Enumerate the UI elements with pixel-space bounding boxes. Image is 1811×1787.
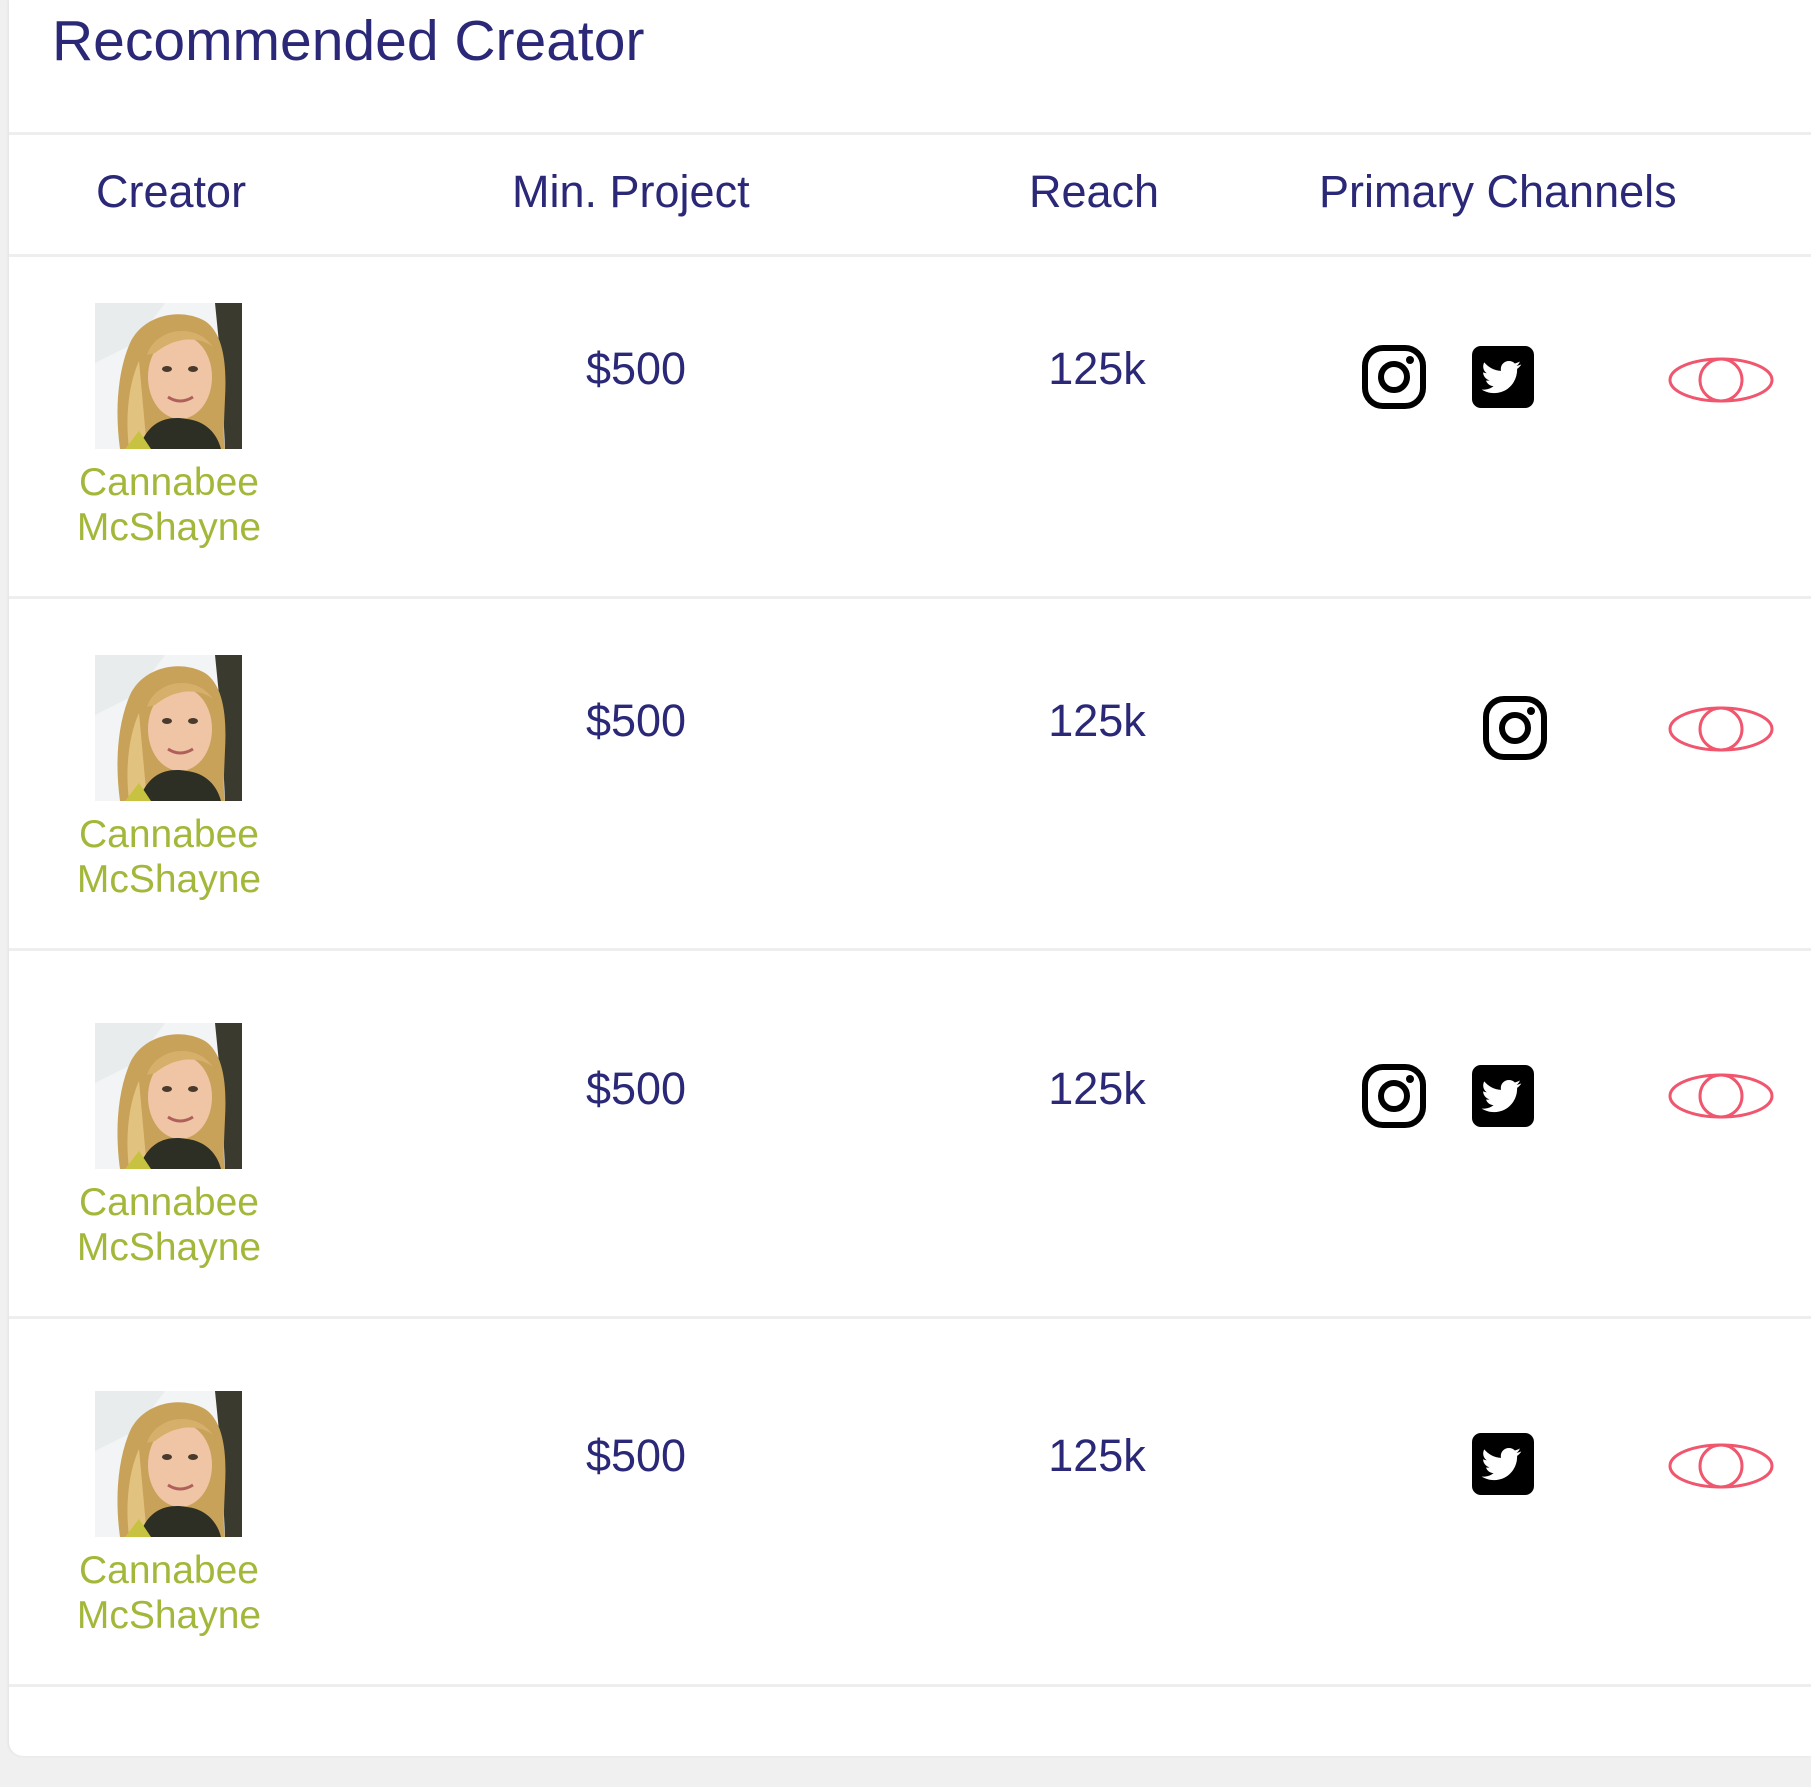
reach-value: 125k <box>1048 343 1146 394</box>
creator-last-name: McShayne <box>76 1226 262 1269</box>
creator-name-link[interactable]: Cannabee McShayne <box>49 1548 289 1638</box>
reach-value: 125k <box>1048 1063 1146 1114</box>
min-project-value: $500 <box>585 343 687 394</box>
min-project-value: $500 <box>585 1430 687 1481</box>
eye-icon[interactable] <box>1667 1440 1775 1492</box>
creator-name-link[interactable]: Cannabee McShayne <box>49 812 289 902</box>
reach-value: 125k <box>1048 1430 1146 1481</box>
recommended-creator-card: Recommended Creator Creator Min. Project… <box>9 0 1811 1756</box>
column-header-primary-channels: Primary Channels <box>1319 166 1677 217</box>
creator-first-name: Cannabee <box>79 1181 259 1224</box>
eye-icon[interactable] <box>1667 354 1775 406</box>
divider <box>9 596 1811 599</box>
instagram-icon[interactable] <box>1362 345 1426 409</box>
twitter-icon[interactable] <box>1471 345 1535 409</box>
divider <box>9 254 1811 257</box>
creator-avatar[interactable] <box>95 655 242 801</box>
eye-icon[interactable] <box>1667 1070 1775 1122</box>
twitter-icon[interactable] <box>1471 1064 1535 1128</box>
divider <box>9 1316 1811 1319</box>
creator-first-name: Cannabee <box>79 813 259 856</box>
eye-icon[interactable] <box>1667 703 1775 755</box>
twitter-icon[interactable] <box>1471 1432 1535 1496</box>
instagram-icon[interactable] <box>1483 696 1547 760</box>
creator-first-name: Cannabee <box>79 1549 259 1592</box>
column-header-creator: Creator <box>96 166 247 217</box>
creator-avatar[interactable] <box>95 1023 242 1169</box>
reach-value: 125k <box>1048 695 1146 746</box>
divider <box>9 132 1811 135</box>
creator-last-name: McShayne <box>76 858 262 901</box>
creator-avatar[interactable] <box>95 1391 242 1537</box>
divider <box>9 948 1811 951</box>
instagram-icon[interactable] <box>1362 1064 1426 1128</box>
creator-name-link[interactable]: Cannabee McShayne <box>49 460 289 550</box>
column-header-reach: Reach <box>1029 166 1160 217</box>
creator-last-name: McShayne <box>76 1594 262 1637</box>
creator-avatar[interactable] <box>95 303 242 449</box>
card-title: Recommended Creator <box>52 9 645 73</box>
column-header-min-project: Min. Project <box>512 166 750 217</box>
creator-name-link[interactable]: Cannabee McShayne <box>49 1180 289 1270</box>
creator-last-name: McShayne <box>76 506 262 549</box>
min-project-value: $500 <box>585 1063 687 1114</box>
creator-first-name: Cannabee <box>79 461 259 504</box>
min-project-value: $500 <box>585 695 687 746</box>
divider <box>9 1684 1811 1687</box>
